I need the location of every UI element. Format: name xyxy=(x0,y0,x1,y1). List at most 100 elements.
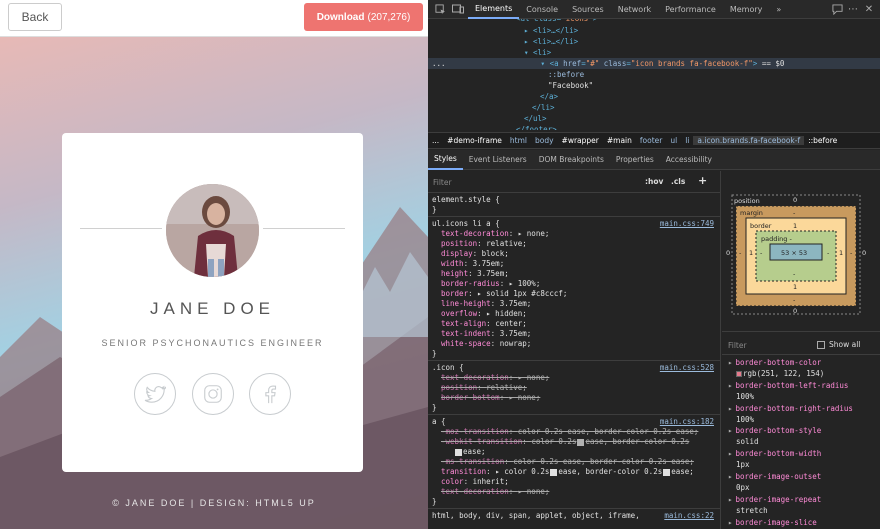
new-rule-button[interactable]: + xyxy=(698,174,707,187)
instagram-link[interactable] xyxy=(192,373,234,415)
margin-right-value[interactable]: - xyxy=(850,249,852,257)
content-size[interactable]: 53 × 53 xyxy=(781,249,807,257)
breadcrumb-item[interactable]: footer xyxy=(636,136,666,145)
tab-accessibility[interactable]: Accessibility xyxy=(660,150,718,170)
feedback-icon[interactable] xyxy=(829,3,845,15)
css-property[interactable]: line-height: 3.75em; xyxy=(428,299,720,309)
computed-item[interactable]: border-bottom-color rgb(251, 122, 154) xyxy=(722,357,880,380)
device-toolbar-icon[interactable] xyxy=(449,0,466,19)
back-button[interactable]: Back xyxy=(8,3,62,31)
dom-line[interactable]: </li> xyxy=(428,102,880,113)
tab-console[interactable]: Console xyxy=(519,0,565,19)
css-property-overridden[interactable]: -webkit-transition: color 0.2s ease, bord… xyxy=(428,437,720,447)
tab-memory[interactable]: Memory xyxy=(723,0,770,19)
breadcrumb-item[interactable]: li xyxy=(681,136,693,145)
breadcrumb-item[interactable]: ul xyxy=(666,136,681,145)
color-swatch-icon[interactable] xyxy=(736,371,742,377)
rule-source-link[interactable]: main.css:749 xyxy=(660,219,714,229)
breadcrumb-item[interactable]: #main xyxy=(603,136,636,145)
tab-properties[interactable]: Properties xyxy=(610,150,660,170)
computed-item[interactable]: border-image-slice xyxy=(722,517,880,529)
position-right-value[interactable]: 0 xyxy=(862,249,866,257)
rule-selector[interactable]: ul.icons li a { xyxy=(432,219,500,228)
breadcrumb-item[interactable]: ::before xyxy=(804,136,841,145)
css-property[interactable]: text-align: center; xyxy=(428,319,720,329)
twitter-link[interactable] xyxy=(134,373,176,415)
inspect-icon[interactable] xyxy=(432,0,449,19)
css-property[interactable]: display: block; xyxy=(428,249,720,259)
rule-selector[interactable]: .icon { xyxy=(432,363,464,372)
dom-line[interactable]: ▸ <li>…</li> xyxy=(428,25,880,36)
css-property-overridden[interactable]: -moz-transition: color 0.2s ease, border… xyxy=(428,427,720,437)
dom-line[interactable]: </footer> xyxy=(428,124,880,130)
tab-network[interactable]: Network xyxy=(611,0,658,19)
padding-bottom-value[interactable]: - xyxy=(793,270,795,278)
margin-bottom-value[interactable]: - xyxy=(793,296,795,304)
css-property[interactable]: overflow: ▸ hidden; xyxy=(428,309,720,319)
border-bottom-value[interactable]: 1 xyxy=(793,283,797,291)
computed-item[interactable]: border-bottom-width 1px xyxy=(722,448,880,471)
rule-selector[interactable]: a { xyxy=(432,417,446,426)
close-icon[interactable]: ✕ xyxy=(861,4,877,15)
dom-line[interactable]: </ul> xyxy=(428,113,880,124)
dom-line[interactable]: "Facebook" xyxy=(428,80,880,91)
css-property-continued[interactable]: ease; xyxy=(428,447,720,457)
css-property[interactable]: transition: ▸ color 0.2s ease, border-col… xyxy=(428,467,720,477)
padding-right-value[interactable]: - xyxy=(827,249,829,257)
css-property-overridden[interactable]: -ms-transition: color 0.2s ease, border-… xyxy=(428,457,720,467)
rule-selector[interactable]: html, body, div, span, applet, object, i… xyxy=(432,511,640,520)
download-button[interactable]: Download (207,276) xyxy=(304,3,423,31)
checkbox-icon[interactable] xyxy=(455,448,462,456)
border-top-value[interactable]: 1 xyxy=(793,222,797,230)
hover-state-button[interactable]: :hov xyxy=(645,177,663,186)
border-left-value[interactable]: 1 xyxy=(749,249,753,257)
css-property[interactable]: height: 3.75em; xyxy=(428,269,720,279)
breadcrumb-item[interactable]: #demo-iframe xyxy=(443,136,506,145)
tab-event-listeners[interactable]: Event Listeners xyxy=(463,150,533,170)
css-property[interactable]: white-space: nowrap; xyxy=(428,339,720,349)
css-property[interactable]: color: inherit; xyxy=(428,477,720,487)
css-property[interactable]: text-indent: 3.75em; xyxy=(428,329,720,339)
dom-line-selected[interactable]: ... ▾ <a href="#" class="icon brands fa-f… xyxy=(428,58,880,69)
checkbox-icon[interactable] xyxy=(577,438,585,446)
styles-filter-input[interactable]: Filter xyxy=(433,178,452,187)
computed-item[interactable]: border-bottom-style solid xyxy=(722,425,880,448)
breadcrumb-item[interactable]: body xyxy=(531,136,558,145)
facebook-link[interactable] xyxy=(249,373,291,415)
more-tabs-button[interactable]: » xyxy=(769,0,788,19)
computed-item[interactable]: border-image-outset 0px xyxy=(722,471,880,494)
tab-styles[interactable]: Styles xyxy=(428,150,463,170)
rule-source-link[interactable]: main.css:528 xyxy=(660,363,714,373)
breadcrumb-item[interactable]: html xyxy=(506,136,531,145)
css-property-overridden[interactable]: position: relative; xyxy=(428,383,720,393)
tab-dom-breakpoints[interactable]: DOM Breakpoints xyxy=(533,150,610,170)
checkbox-icon[interactable] xyxy=(817,340,825,349)
dom-line[interactable]: ::before xyxy=(428,69,880,80)
rule-selector[interactable]: element.style { xyxy=(428,195,720,205)
dom-line[interactable]: ▾ <li> xyxy=(428,47,880,58)
position-left-value[interactable]: 0 xyxy=(726,249,730,257)
tab-elements[interactable]: Elements xyxy=(468,0,520,19)
computed-item[interactable]: border-image-repeat stretch xyxy=(722,494,880,517)
css-property[interactable]: width: 3.75em; xyxy=(428,259,720,269)
checkbox-icon[interactable] xyxy=(663,468,671,476)
css-property[interactable]: border-radius: ▸ 100%; xyxy=(428,279,720,289)
show-all-toggle[interactable]: Show all xyxy=(817,340,860,349)
position-top-value[interactable]: 0 xyxy=(793,196,797,204)
css-property[interactable]: text-decoration: ▸ none; xyxy=(428,229,720,239)
breadcrumb-item[interactable]: ... xyxy=(428,136,443,145)
breadcrumb-item[interactable]: #wrapper xyxy=(558,136,603,145)
computed-item[interactable]: border-bottom-right-radius 100% xyxy=(722,403,880,426)
tab-sources[interactable]: Sources xyxy=(565,0,611,19)
css-property-overridden[interactable]: text-decoration: ▸ none; xyxy=(428,373,720,383)
css-property-overridden[interactable]: text-decoration: ▸ none; xyxy=(428,487,720,497)
computed-item[interactable]: border-bottom-left-radius 100% xyxy=(722,380,880,403)
border-right-value[interactable]: 1 xyxy=(839,249,843,257)
more-options-icon[interactable]: ⋯ xyxy=(845,4,861,15)
computed-filter-input[interactable]: Filter xyxy=(728,341,747,350)
breadcrumb-item-current[interactable]: a.icon.brands.fa-facebook-f xyxy=(693,136,805,145)
rule-source-link[interactable]: main.css:22 xyxy=(664,511,714,521)
margin-top-value[interactable]: - xyxy=(793,209,795,217)
margin-left-value[interactable]: - xyxy=(739,249,741,257)
padding-left-value[interactable]: - xyxy=(760,249,762,257)
